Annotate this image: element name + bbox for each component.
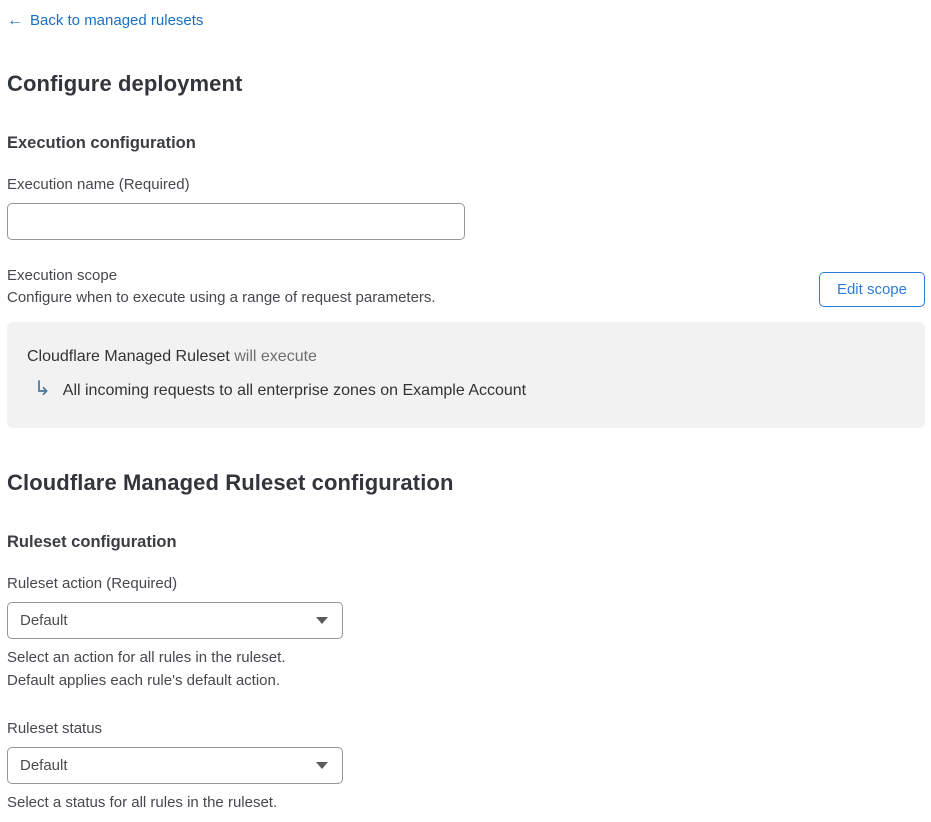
back-arrow-icon: ← [7, 11, 23, 29]
scope-ruleset-name: Cloudflare Managed Ruleset [27, 347, 230, 365]
scope-will-execute-text: will execute [229, 347, 317, 365]
ruleset-action-help-2: Default applies each rule's default acti… [7, 671, 281, 689]
scope-summary-detail: ↳ All incoming requests to all enterpris… [27, 377, 905, 400]
ruleset-status-label: Ruleset status [7, 719, 103, 737]
back-to-managed-rulesets-link[interactable]: ← Back to managed rulesets [7, 12, 203, 29]
execution-scope-description: Configure when to execute using a range … [7, 288, 436, 306]
chevron-down-icon [316, 616, 328, 624]
execution-configuration-heading: Execution configuration [7, 133, 196, 152]
execution-name-label: Execution name (Required) [7, 175, 190, 193]
ruleset-action-help-1: Select an action for all rules in the ru… [7, 648, 286, 666]
ruleset-status-help-1: Select a status for all rules in the rul… [7, 793, 278, 811]
ruleset-configuration-subheading: Ruleset configuration [7, 532, 177, 551]
ruleset-status-selected-value: Default [20, 756, 68, 774]
execution-scope-text: Execution scope Configure when to execut… [7, 265, 436, 309]
scope-summary-text: All incoming requests to all enterprise … [62, 381, 527, 399]
execution-scope-row: Execution scope Configure when to execut… [7, 265, 925, 309]
ruleset-status-select[interactable]: Default [7, 746, 343, 784]
configure-deployment-page: ← Back to managed rulesets Configure dep… [0, 0, 931, 822]
branch-arrow-icon: ↳ [34, 377, 51, 400]
chevron-down-icon [316, 761, 328, 769]
page-title: Configure deployment [7, 70, 243, 96]
ruleset-action-label: Ruleset action (Required) [7, 574, 178, 592]
ruleset-action-selected-value: Default [20, 611, 68, 629]
back-link-label: Back to managed rulesets [30, 12, 204, 29]
scope-summary-panel: Cloudflare Managed Ruleset will execute … [7, 321, 925, 428]
edit-scope-button[interactable]: Edit scope [818, 271, 925, 307]
scope-summary-headline: Cloudflare Managed Ruleset will execute [27, 347, 905, 367]
ruleset-action-select[interactable]: Default [7, 601, 343, 639]
execution-scope-label: Execution scope [7, 266, 118, 284]
execution-name-input[interactable] [7, 202, 465, 240]
ruleset-configuration-title: Cloudflare Managed Ruleset configuration [7, 469, 454, 495]
